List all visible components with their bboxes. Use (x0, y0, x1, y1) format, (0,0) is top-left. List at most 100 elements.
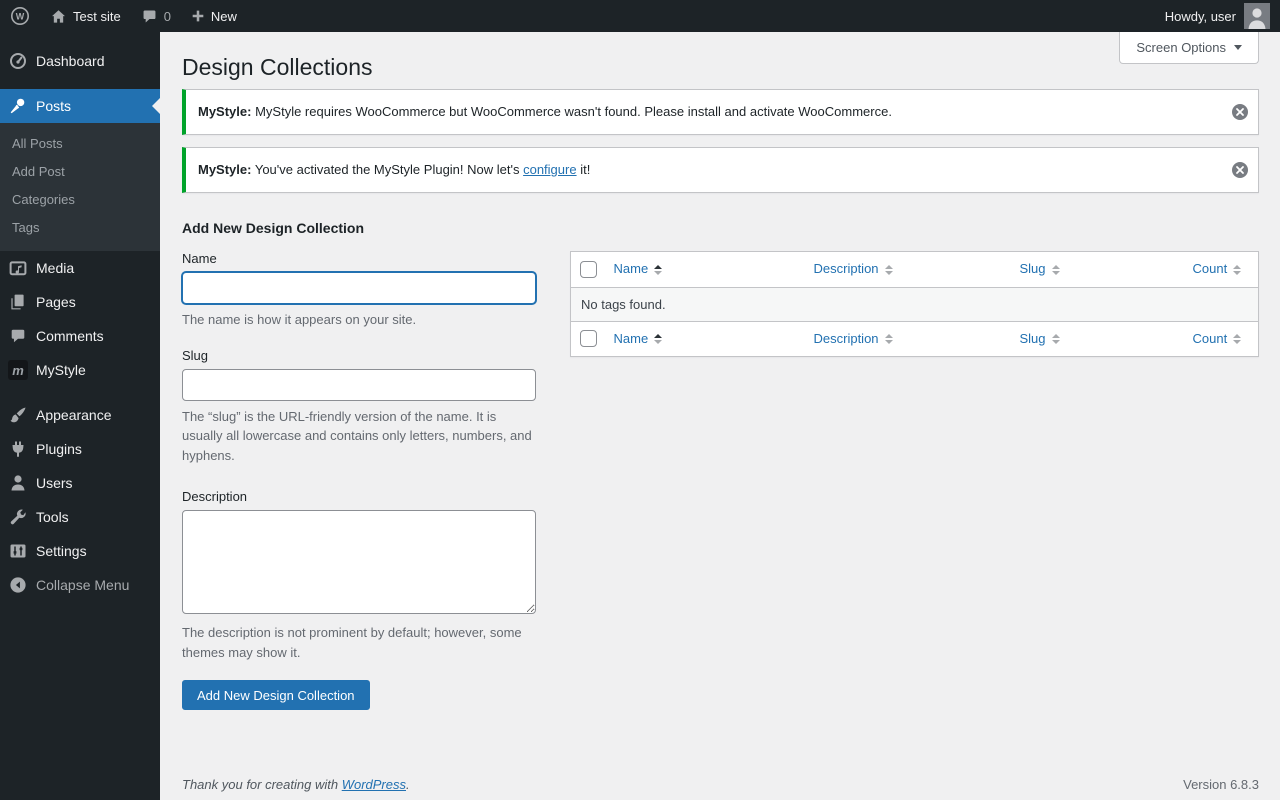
menu-separator (0, 78, 160, 89)
notice-prefix: MyStyle: (198, 104, 251, 119)
column-footer-name: Name (604, 321, 804, 356)
description-textarea[interactable] (182, 510, 536, 614)
wrench-icon (8, 507, 28, 527)
table-footer: Name Description Slug Count (571, 321, 1259, 356)
sort-indicator-icon (1052, 265, 1060, 275)
slug-help-text: The “slug” is the URL-friendly version o… (182, 407, 536, 466)
sidebar-item-tools[interactable]: Tools (0, 500, 160, 534)
select-all-cell (571, 252, 604, 287)
sort-count-link[interactable]: Count (1193, 330, 1242, 348)
settings-sliders-icon (8, 541, 28, 561)
footer-version: Version 6.8.3 (1183, 777, 1259, 792)
sort-name-link[interactable]: Name (614, 260, 663, 278)
slug-input[interactable] (182, 369, 536, 401)
sidebar-item-settings[interactable]: Settings (0, 534, 160, 568)
notice-plugin-activated: MyStyle: You've activated the MyStyle Pl… (182, 147, 1259, 193)
sidebar-item-media[interactable]: Media (0, 251, 160, 285)
submenu-all-posts[interactable]: All Posts (0, 130, 160, 158)
footer-thanks: Thank you for creating with WordPress. (182, 777, 410, 792)
sidebar-item-label: Media (36, 260, 74, 276)
add-collection-heading: Add New Design Collection (182, 219, 1259, 237)
sidebar-item-dashboard[interactable]: Dashboard (0, 44, 160, 78)
submenu-add-post[interactable]: Add Post (0, 158, 160, 186)
dismiss-notice-button[interactable] (1232, 104, 1248, 120)
dismiss-notice-button[interactable] (1232, 162, 1248, 178)
home-icon (50, 8, 67, 25)
configure-link[interactable]: configure (523, 162, 576, 177)
select-all-checkbox[interactable] (580, 261, 597, 278)
sidebar-item-mystyle[interactable]: m MyStyle (0, 353, 160, 387)
sort-indicator-icon (1233, 334, 1241, 344)
sort-indicator-icon (654, 334, 662, 344)
sort-count-link[interactable]: Count (1193, 260, 1242, 278)
column-footer-count: Count (1183, 321, 1259, 356)
sidebar-item-label: Collapse Menu (36, 577, 129, 593)
sidebar-item-label: Appearance (36, 407, 112, 423)
column-header-name: Name (604, 252, 804, 287)
notice-prefix: MyStyle: (198, 162, 251, 177)
sidebar-item-pages[interactable]: Pages (0, 285, 160, 319)
sort-slug-link[interactable]: Slug (1020, 260, 1060, 278)
new-content-menu[interactable]: New (181, 0, 247, 32)
sort-slug-link[interactable]: Slug (1020, 330, 1060, 348)
slug-field-group: Slug The “slug” is the URL-friendly vers… (182, 348, 536, 465)
table-body: No tags found. (571, 287, 1259, 321)
dashboard-icon (8, 51, 28, 71)
pushpin-icon (8, 96, 28, 116)
chevron-down-icon (1234, 45, 1242, 50)
collapse-arrow-icon (8, 575, 28, 595)
admin-bar-left: W Test site 0 New (0, 0, 247, 32)
comment-bubble-icon (141, 8, 158, 25)
sidebar-item-label: Tools (36, 509, 69, 525)
circle-x-icon (1232, 166, 1248, 181)
site-name-label: Test site (73, 9, 121, 24)
notice-text: MyStyle: You've activated the MyStyle Pl… (198, 161, 1220, 179)
admin-bar-right: Howdy, user (1155, 0, 1280, 32)
svg-text:W: W (16, 12, 25, 22)
description-field-group: Description The description is not promi… (182, 489, 536, 662)
wordpress-link[interactable]: WordPress (342, 777, 406, 792)
sidebar-item-label: Users (36, 475, 73, 491)
sidebar-item-appearance[interactable]: Appearance (0, 398, 160, 432)
sort-name-link[interactable]: Name (614, 330, 663, 348)
sidebar-item-users[interactable]: Users (0, 466, 160, 500)
site-name-menu[interactable]: Test site (40, 0, 131, 32)
table-footer-row: Name Description Slug Count (571, 321, 1259, 356)
select-all-checkbox[interactable] (580, 330, 597, 347)
wordpress-logo-menu[interactable]: W (0, 0, 40, 32)
tags-table-wrap: Name Description Slug Count (570, 251, 1259, 356)
sort-indicator-icon (885, 265, 893, 275)
sidebar-item-comments[interactable]: Comments (0, 319, 160, 353)
description-help-text: The description is not prominent by defa… (182, 623, 536, 662)
tags-table: Name Description Slug Count (570, 251, 1259, 356)
sort-description-link[interactable]: Description (814, 260, 893, 278)
sort-description-link[interactable]: Description (814, 330, 893, 348)
name-input[interactable] (182, 272, 536, 304)
admin-bar: W Test site 0 New Howdy, user (0, 0, 1280, 32)
submenu-tags[interactable]: Tags (0, 214, 160, 242)
notice-woocommerce-missing: MyStyle: MyStyle requires WooCommerce bu… (182, 89, 1259, 135)
column-header-count: Count (1183, 252, 1259, 287)
add-new-design-collection-button[interactable]: Add New Design Collection (182, 680, 370, 710)
mystyle-icon: m (8, 360, 28, 380)
column-footer-description: Description (804, 321, 1010, 356)
table-header: Name Description Slug Count (571, 252, 1259, 287)
submenu-categories[interactable]: Categories (0, 186, 160, 214)
sidebar-item-label: Comments (36, 328, 104, 344)
table-header-row: Name Description Slug Count (571, 252, 1259, 287)
sidebar-item-label: MyStyle (36, 362, 86, 378)
wordpress-logo-icon: W (10, 6, 30, 26)
screen-options-button[interactable]: Screen Options (1119, 32, 1259, 64)
sidebar-item-plugins[interactable]: Plugins (0, 432, 160, 466)
paintbrush-icon (8, 405, 28, 425)
collapse-menu-button[interactable]: Collapse Menu (0, 568, 160, 602)
sort-indicator-icon (885, 334, 893, 344)
comments-icon (8, 326, 28, 346)
sidebar-item-label: Posts (36, 98, 71, 114)
my-account-menu[interactable]: Howdy, user (1155, 0, 1280, 32)
sidebar-item-posts[interactable]: Posts (0, 89, 160, 123)
comments-count: 0 (164, 9, 171, 24)
user-icon (8, 473, 28, 493)
comments-menu[interactable]: 0 (131, 0, 181, 32)
notice-text: MyStyle: MyStyle requires WooCommerce bu… (198, 103, 1220, 121)
